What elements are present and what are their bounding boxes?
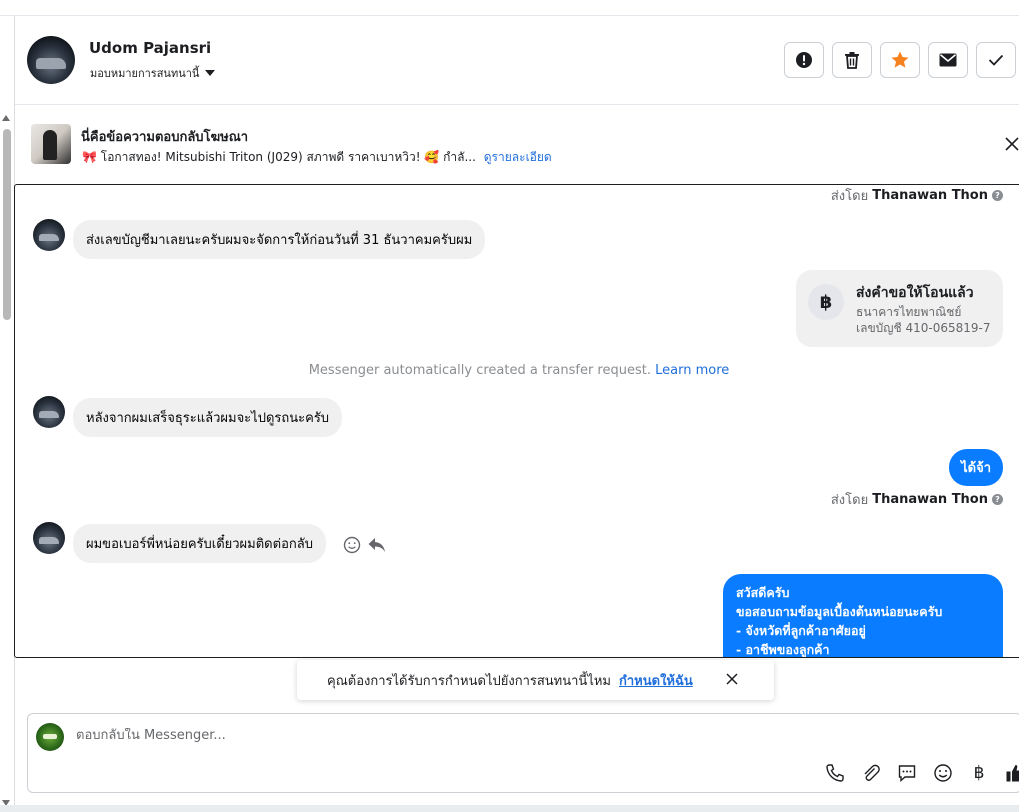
scroll-up-arrow-icon[interactable] — [2, 115, 10, 121]
envelope-icon — [939, 53, 957, 67]
top-divider — [0, 0, 1019, 16]
delete-button[interactable] — [832, 42, 872, 78]
report-spam-button[interactable] — [784, 42, 824, 78]
checkmark-icon — [988, 54, 1004, 66]
ad-snippet-text: 🎀 โอกาสทอง! Mitsubishi Triton (J029) สภา… — [82, 150, 476, 164]
ad-thumbnail — [31, 124, 71, 164]
close-icon — [1005, 137, 1019, 151]
message-actions — [343, 536, 387, 554]
attach-button[interactable] — [859, 762, 883, 784]
message-line: ขอสอบถามข้อมูลเบื้องต้นหน่อยนะครับ — [736, 604, 943, 619]
star-icon — [891, 51, 909, 68]
reply-input[interactable] — [76, 728, 776, 743]
close-toast-button[interactable] — [725, 672, 739, 686]
baht-icon: ฿ — [973, 763, 985, 783]
thumbs-up-icon — [1006, 765, 1019, 782]
bottom-strip — [0, 805, 1019, 812]
alert-icon — [796, 52, 812, 68]
contact-avatar[interactable] — [27, 36, 75, 84]
saved-replies-button[interactable] — [895, 762, 919, 784]
assign-to-me-link[interactable]: กำหนดให้ฉัน — [619, 670, 693, 691]
smiley-icon — [934, 764, 952, 782]
reply-composer: ฿ — [27, 713, 1019, 793]
smiley-icon[interactable] — [343, 536, 361, 554]
sender-avatar[interactable] — [33, 396, 65, 428]
star-button[interactable] — [880, 42, 920, 78]
incoming-message[interactable]: ส่งเลขบัญชีมาเลยนะครับผมจะจัดการให้ก่อนว… — [73, 220, 486, 259]
header-actions — [784, 42, 1016, 78]
sent-by-label: ส่งโดย Thanawan Thon ? — [831, 185, 1003, 206]
scrollbar[interactable] — [0, 112, 14, 812]
message-thread[interactable]: ส่งโดย Thanawan Thon ? ส่งเลขบัญชีมาเลยน… — [14, 184, 1019, 658]
sent-by-prefix: ส่งโดย — [830, 189, 869, 204]
help-icon[interactable]: ? — [992, 190, 1003, 201]
help-icon[interactable]: ? — [992, 494, 1003, 505]
ad-banner-title: นี่คือข้อความตอบกลับโฆษณา — [81, 130, 249, 145]
chat-bubble-icon — [898, 765, 916, 783]
incoming-message[interactable]: หลังจากผมเสร็จธุระแล้วผมจะไปดูรถนะครับ — [73, 398, 343, 437]
ad-banner-snippet: 🎀 โอกาสทอง! Mitsubishi Triton (J029) สภา… — [82, 148, 552, 167]
phone-icon — [826, 764, 844, 782]
transfer-account: เลขบัญชี 410-065819-7 — [856, 321, 991, 335]
paperclip-icon — [864, 764, 880, 781]
incoming-message[interactable]: ผมขอเบอร์พี่หน่อยครับเดี๋ยวผมติดต่อกลับ — [73, 524, 326, 563]
outgoing-message[interactable]: ได้จ้า — [949, 449, 1003, 486]
reply-icon[interactable] — [367, 536, 387, 554]
assign-toast-text: คุณต้องการได้รับการกำหนดไปยังการสนทนานี้… — [327, 673, 611, 689]
payment-button[interactable]: ฿ — [967, 762, 991, 784]
mark-unread-button[interactable] — [928, 42, 968, 78]
contact-name[interactable]: Udom Pajansri — [89, 39, 211, 57]
sender-avatar[interactable] — [33, 219, 65, 251]
learn-more-link[interactable]: Learn more — [655, 363, 729, 378]
message-line: - อาชีพของลูกค้า — [736, 642, 830, 657]
scroll-thumb[interactable] — [3, 129, 11, 320]
trash-icon — [845, 52, 859, 69]
system-note-text: Messenger automatically created a transf… — [308, 363, 651, 378]
sent-by-label: ส่งโดย Thanawan Thon ? — [831, 489, 1003, 510]
close-banner-button[interactable] — [1004, 136, 1019, 152]
conversation-header: Udom Pajansri มอบหมายการสนทนานี้ — [15, 17, 1019, 105]
message-line: สวัสดีครับ — [736, 585, 790, 600]
ad-reply-banner: นี่คือข้อความตอบกลับโฆษณา 🎀 โอกาสทอง! Mi… — [15, 106, 1019, 182]
sender-avatar[interactable] — [33, 522, 65, 554]
sender-name: Thanawan Thon — [872, 492, 988, 507]
close-icon — [726, 673, 738, 685]
sender-name: Thanawan Thon — [872, 188, 988, 203]
ad-details-link[interactable]: ดูรายละเอียด — [484, 150, 552, 164]
call-button[interactable] — [823, 762, 847, 784]
composer-toolbar: ฿ — [823, 762, 1019, 784]
assign-toast: คุณต้องการได้รับการกำหนดไปยังการสนทนานี้… — [297, 660, 774, 700]
assign-label: มอบหมายการสนทนานี้ — [90, 67, 200, 80]
outgoing-message[interactable]: สวัสดีครับ ขอสอบถามข้อมูลเบื้องต้นหน่อยน… — [723, 574, 1003, 657]
assign-conversation-dropdown[interactable]: มอบหมายการสนทนานี้ — [90, 64, 216, 82]
message-line: - จังหวัดที่ลูกค้าอาศัยอยู่ — [736, 623, 866, 638]
sent-by-prefix: ส่งโดย — [830, 493, 869, 508]
baht-icon: ฿ — [808, 284, 844, 320]
caret-down-icon — [205, 70, 216, 76]
emoji-button[interactable] — [931, 762, 955, 784]
system-note: Messenger automatically created a transf… — [15, 363, 1019, 378]
transfer-request-card[interactable]: ฿ ส่งคำขอให้โอนแล้ว ธนาคารไทยพาณิชย์ เลข… — [796, 270, 1003, 347]
transfer-title: ส่งคำขอให้โอนแล้ว — [856, 285, 974, 301]
mark-done-button[interactable] — [976, 42, 1016, 78]
like-button[interactable] — [1003, 762, 1019, 784]
page-avatar — [36, 723, 64, 751]
